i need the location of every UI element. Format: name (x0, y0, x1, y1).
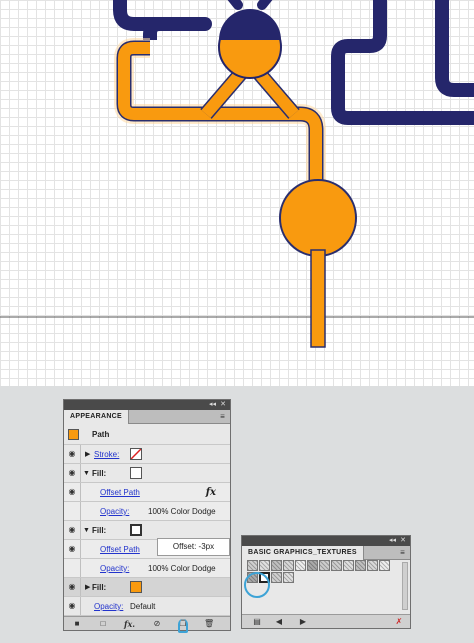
offset-tooltip: Offset: -3px (157, 538, 230, 556)
texture-swatch[interactable] (295, 560, 306, 571)
fill-swatch-orange[interactable] (130, 581, 142, 593)
eye-icon[interactable]: ◉ (67, 544, 77, 554)
close-icon[interactable]: ✕ (400, 536, 406, 546)
row-fill-3[interactable]: ◉ ▶ Fill: (64, 578, 230, 597)
clear-appearance-icon[interactable]: ⊘ (152, 619, 162, 629)
texture-swatch[interactable] (331, 560, 342, 571)
expand-triangle-icon[interactable]: ▶ (85, 578, 90, 597)
path-label: Path (92, 430, 110, 439)
appearance-panel: ◂◂ ✕ APPEARANCE ≡ Path ◉ ▶ Stroke: ◉ ▼ F… (63, 399, 231, 631)
texture-swatch[interactable] (283, 572, 294, 583)
texture-swatch[interactable] (259, 560, 270, 571)
expand-triangle-icon[interactable]: ▶ (85, 445, 90, 464)
eye-icon[interactable]: ◉ (67, 601, 77, 611)
path-thumbnail (68, 429, 79, 440)
panel-titlebar[interactable]: ◂◂ ✕ (242, 536, 410, 546)
opacity-link[interactable]: Opacity: (94, 597, 123, 616)
texture-swatch-grid (247, 560, 407, 592)
opacity-link[interactable]: Opacity: (100, 502, 129, 521)
fill-label: Fill: (92, 583, 107, 592)
texture-swatch[interactable] (343, 560, 354, 571)
panel-tabbar: APPEARANCE ≡ (64, 410, 230, 424)
close-icon[interactable]: ✕ (220, 400, 226, 410)
previous-library-icon[interactable]: ◀ (274, 617, 284, 627)
next-library-icon[interactable]: ▶ (298, 617, 308, 627)
offset-path-link[interactable]: Offset Path (100, 483, 140, 502)
collapse-triangle-icon[interactable]: ▼ (83, 464, 90, 483)
collapse-icon[interactable]: ◂◂ (209, 400, 216, 410)
artboard-canvas[interactable] (0, 0, 474, 386)
add-effect-icon[interactable]: fx. (124, 619, 135, 629)
swatch-bottom-bar: ▤ ◀ ▶ ✗ (242, 614, 410, 628)
selected-swatch-highlight (244, 572, 270, 598)
texture-swatch[interactable] (271, 560, 282, 571)
appearance-bottom-bar: ■ □ fx. ⊘ ❐ 🗑 (64, 616, 230, 630)
row-opacity-1[interactable]: Opacity: 100% Color Dodge (64, 502, 230, 521)
row-stroke[interactable]: ◉ ▶ Stroke: (64, 445, 230, 464)
panel-tabbar: BASIC GRAPHICS_TEXTURES ≡ (242, 546, 410, 560)
tab-appearance[interactable]: APPEARANCE (64, 410, 130, 424)
texture-swatch[interactable] (379, 560, 390, 571)
duplicate-highlight-marker (178, 619, 188, 633)
eye-icon[interactable]: ◉ (67, 487, 77, 497)
artwork (0, 0, 474, 348)
fill-label: Fill: (92, 526, 107, 535)
texture-swatch[interactable] (247, 560, 258, 571)
opacity-link[interactable]: Opacity: (100, 559, 129, 578)
texture-swatch[interactable] (283, 560, 294, 571)
tab-basic-graphics-textures[interactable]: BASIC GRAPHICS_TEXTURES (242, 546, 364, 560)
panel-titlebar[interactable]: ◂◂ ✕ (64, 400, 230, 410)
eye-icon[interactable]: ◉ (67, 582, 77, 592)
fill-swatch-texture[interactable] (130, 524, 142, 536)
add-fill-icon[interactable]: □ (98, 619, 108, 629)
texture-swatch[interactable] (319, 560, 330, 571)
row-opacity-2[interactable]: Opacity: 100% Color Dodge (64, 559, 230, 578)
texture-swatch[interactable] (355, 560, 366, 571)
swatch-scrollbar[interactable] (402, 562, 408, 610)
stroke-none-swatch[interactable] (130, 448, 142, 460)
row-offset-path-1[interactable]: ◉ Offset Path fx (64, 483, 230, 502)
stroke-link[interactable]: Stroke: (94, 445, 119, 464)
row-path[interactable]: Path (64, 425, 230, 445)
texture-swatch[interactable] (307, 560, 318, 571)
opacity-value: 100% Color Dodge (148, 564, 216, 573)
delete-item-icon[interactable]: 🗑 (204, 619, 214, 629)
texture-swatch[interactable] (271, 572, 282, 583)
fill-swatch-white[interactable] (130, 467, 142, 479)
panel-menu-icon[interactable]: ≡ (218, 412, 227, 421)
collapse-icon[interactable]: ◂◂ (389, 536, 396, 546)
eye-icon[interactable]: ◉ (67, 525, 77, 535)
opacity-value: 100% Color Dodge (148, 507, 216, 516)
panel-menu-icon[interactable]: ≡ (398, 548, 407, 557)
texture-swatch[interactable] (367, 560, 378, 571)
library-menu-icon[interactable]: ▤ (252, 617, 262, 627)
row-fill-1[interactable]: ◉ ▼ Fill: (64, 464, 230, 483)
delete-swatch-icon[interactable]: ✗ (394, 617, 404, 627)
eye-icon[interactable]: ◉ (67, 468, 77, 478)
opacity-value: Default (130, 602, 156, 611)
add-stroke-icon[interactable]: ■ (72, 619, 82, 629)
eye-icon[interactable]: ◉ (67, 449, 77, 459)
fill-label: Fill: (92, 469, 107, 478)
fx-icon[interactable]: fx (206, 483, 216, 502)
row-opacity-3[interactable]: ◉ Opacity: Default (64, 597, 230, 616)
offset-path-link[interactable]: Offset Path (100, 540, 140, 559)
collapse-triangle-icon[interactable]: ▼ (83, 521, 90, 540)
